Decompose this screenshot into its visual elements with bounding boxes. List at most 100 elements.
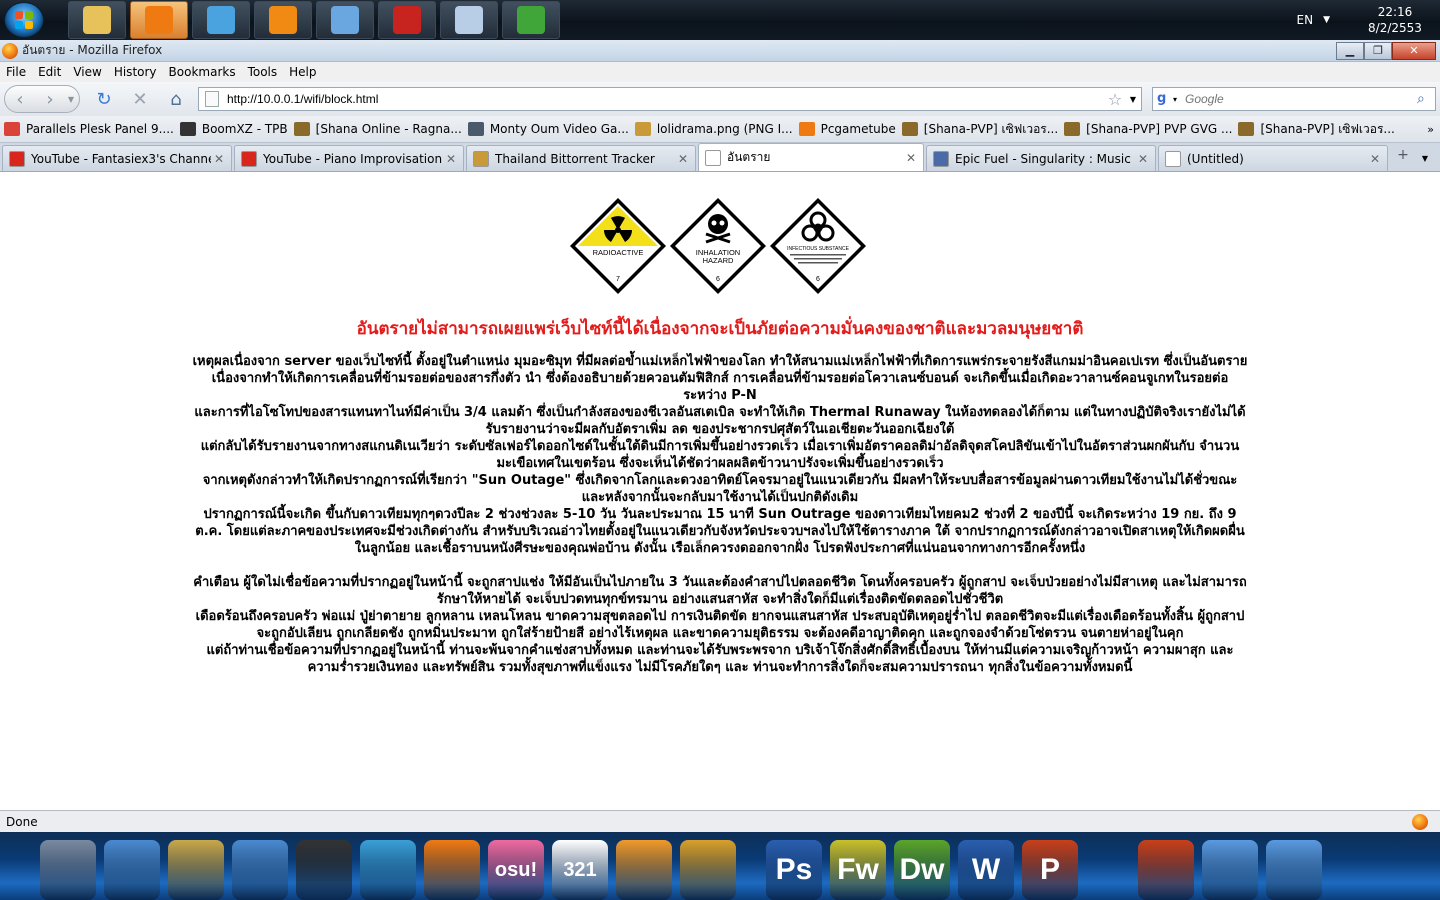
bookmark-item[interactable]: Pcgametube bbox=[798, 122, 896, 136]
bookmarks-overflow-icon[interactable]: » bbox=[1427, 123, 1434, 136]
history-dropdown-icon[interactable]: ▼ bbox=[65, 95, 77, 104]
tab-tracker[interactable]: Thailand Bittorrent Tracker ✕ bbox=[466, 145, 696, 171]
url-text[interactable]: http://10.0.0.1/wifi/block.html bbox=[227, 92, 1105, 106]
tab-page[interactable]: อันตราย ✕ bbox=[698, 143, 924, 171]
tab-close-icon[interactable]: ✕ bbox=[903, 151, 919, 165]
tab-label: Thailand Bittorrent Tracker bbox=[495, 151, 655, 166]
menu-edit[interactable]: Edit bbox=[32, 65, 67, 79]
media-center-app[interactable] bbox=[680, 840, 736, 900]
url-dropdown-icon[interactable]: ▼ bbox=[1125, 95, 1141, 104]
search-input[interactable] bbox=[1185, 92, 1417, 106]
search-icon[interactable]: ⌕ bbox=[1417, 91, 1435, 107]
bookmark-item[interactable]: lolidrama.png (PNG I... bbox=[634, 122, 793, 136]
tab-close-icon[interactable]: ✕ bbox=[1367, 152, 1383, 166]
taskbar-app-network[interactable] bbox=[502, 1, 560, 39]
taskbar-app-filezilla[interactable] bbox=[378, 1, 436, 39]
new-tab-button[interactable]: + bbox=[1392, 147, 1414, 171]
settings-app-1[interactable] bbox=[1202, 840, 1258, 900]
stop-button[interactable]: ✕ bbox=[128, 87, 152, 111]
photoshop-app[interactable]: Ps bbox=[766, 840, 822, 900]
dreamweaver-app[interactable]: Dw bbox=[894, 840, 950, 900]
menu-view[interactable]: View bbox=[67, 65, 107, 79]
bookmark-item[interactable]: [Shana-PVP] เซิฟเวอร... bbox=[1238, 120, 1395, 139]
menu-history[interactable]: History bbox=[108, 65, 163, 79]
firefox-app[interactable] bbox=[424, 840, 480, 900]
tab-close-icon[interactable]: ✕ bbox=[211, 152, 227, 166]
menu-help[interactable]: Help bbox=[283, 65, 322, 79]
firefox-icon bbox=[2, 42, 18, 59]
forward-button[interactable]: › bbox=[35, 89, 65, 110]
bookmark-label: [Shana Online - Ragna... bbox=[315, 122, 462, 136]
google-icon[interactable]: g bbox=[1157, 91, 1173, 107]
media-player-app[interactable] bbox=[616, 840, 672, 900]
tab-list-dropdown-icon[interactable]: ▼ bbox=[1414, 147, 1436, 171]
reload-button[interactable]: ↻ bbox=[92, 87, 116, 111]
application-dock: osu! 321 Ps Fw Dw W P bbox=[0, 832, 1440, 900]
tab-label: YouTube - Piano Improvisation ... bbox=[263, 151, 443, 166]
taskbar-app-firefox[interactable] bbox=[130, 1, 188, 39]
infectious-label: INFECTIOUS SUBSTANCE bbox=[787, 246, 850, 252]
taskbar-app-messenger[interactable] bbox=[192, 1, 250, 39]
3d-app[interactable] bbox=[1138, 840, 1194, 900]
addon-icon[interactable] bbox=[1412, 813, 1428, 830]
taskbar-app-explorer[interactable] bbox=[68, 1, 126, 39]
clock[interactable]: 22:16 8/2/2553 bbox=[1360, 4, 1430, 36]
powerpoint-app[interactable]: P bbox=[1022, 840, 1078, 900]
warning-paragraph bbox=[192, 557, 1248, 574]
bookmark-item[interactable]: [Shana Online - Ragna... bbox=[293, 122, 462, 136]
tab-close-icon[interactable]: ✕ bbox=[675, 152, 691, 166]
word-app[interactable]: W bbox=[958, 840, 1014, 900]
filezilla-icon bbox=[393, 6, 421, 34]
tab-close-icon[interactable]: ✕ bbox=[443, 152, 459, 166]
user-folder-app[interactable] bbox=[168, 840, 224, 900]
menu-bookmarks[interactable]: Bookmarks bbox=[163, 65, 242, 79]
messenger-app[interactable] bbox=[360, 840, 416, 900]
window-controls: ▁ ❐ ✕ bbox=[1336, 41, 1436, 60]
search-bar[interactable]: g ▾ ⌕ bbox=[1152, 87, 1436, 111]
bookmark-favicon-icon bbox=[179, 122, 196, 136]
back-button[interactable]: ‹ bbox=[5, 89, 35, 110]
bookmark-item[interactable]: BoomXZ - TPB bbox=[179, 122, 288, 136]
window-title: อันตราย - Mozilla Firefox bbox=[22, 43, 163, 57]
fireworks-app[interactable]: Fw bbox=[830, 840, 886, 900]
tab-close-icon[interactable]: ✕ bbox=[1135, 152, 1151, 166]
321-app[interactable]: 321 bbox=[552, 840, 608, 900]
minimize-button[interactable]: ▁ bbox=[1336, 41, 1364, 60]
tab-page[interactable]: (Untitled) ✕ bbox=[1158, 145, 1388, 171]
wolf-app[interactable] bbox=[296, 840, 352, 900]
close-window-button[interactable]: ✕ bbox=[1392, 41, 1436, 60]
url-bar[interactable]: http://10.0.0.1/wifi/block.html ☆ ▼ bbox=[198, 87, 1142, 111]
start-button[interactable] bbox=[4, 2, 44, 38]
bookmark-item[interactable]: Monty Oum Video Ga... bbox=[467, 122, 629, 136]
taskbar-app-remote-desktop[interactable] bbox=[316, 1, 374, 39]
hazard-signs: RADIOACTIVE 7 INHALATION HAZARD 6 INFECT… bbox=[568, 196, 868, 296]
taskbar-app-notes[interactable] bbox=[440, 1, 498, 39]
network-app[interactable] bbox=[232, 840, 288, 900]
bookmark-favicon-icon bbox=[634, 122, 651, 136]
bookmark-star-icon[interactable]: ☆ bbox=[1105, 90, 1125, 109]
network-icon bbox=[517, 6, 545, 34]
tab-epicfuel[interactable]: Epic Fuel - Singularity : Music > ...✕ bbox=[926, 145, 1156, 171]
inhalation-class-number: 6 bbox=[716, 276, 720, 283]
lock-app[interactable] bbox=[40, 840, 96, 900]
tray-expand-icon[interactable]: ▼ bbox=[1323, 15, 1330, 25]
bookmark-item[interactable]: [Shana-PVP] เซิฟเวอร... bbox=[901, 120, 1058, 139]
tab-youtube[interactable]: YouTube - Fantasiex3's Channel ✕ bbox=[2, 145, 232, 171]
computer-app[interactable] bbox=[104, 840, 160, 900]
menu-file[interactable]: File bbox=[0, 65, 32, 79]
bookmark-favicon-icon bbox=[293, 122, 310, 136]
language-indicator[interactable]: EN bbox=[1297, 13, 1314, 27]
maximize-button[interactable]: ❐ bbox=[1364, 41, 1392, 60]
settings-app-2[interactable] bbox=[1266, 840, 1322, 900]
search-engine-dropdown-icon[interactable]: ▾ bbox=[1173, 95, 1185, 104]
home-button[interactable]: ⌂ bbox=[164, 87, 188, 111]
bookmark-item[interactable]: Parallels Plesk Panel 9.... bbox=[4, 122, 174, 136]
osu-app[interactable]: osu! bbox=[488, 840, 544, 900]
menu-tools[interactable]: Tools bbox=[242, 65, 284, 79]
tab-youtube[interactable]: YouTube - Piano Improvisation ... ✕ bbox=[234, 145, 464, 171]
page-icon bbox=[705, 149, 721, 166]
remote-desktop-icon bbox=[331, 6, 359, 34]
warning-paragraph: เหตุผลเนื่องจาก server ของเว็บไซท์นี้ ตั… bbox=[192, 354, 1248, 369]
bookmark-item[interactable]: [Shana-PVP] PVP GVG ... bbox=[1064, 122, 1232, 136]
taskbar-app-vlc[interactable] bbox=[254, 1, 312, 39]
